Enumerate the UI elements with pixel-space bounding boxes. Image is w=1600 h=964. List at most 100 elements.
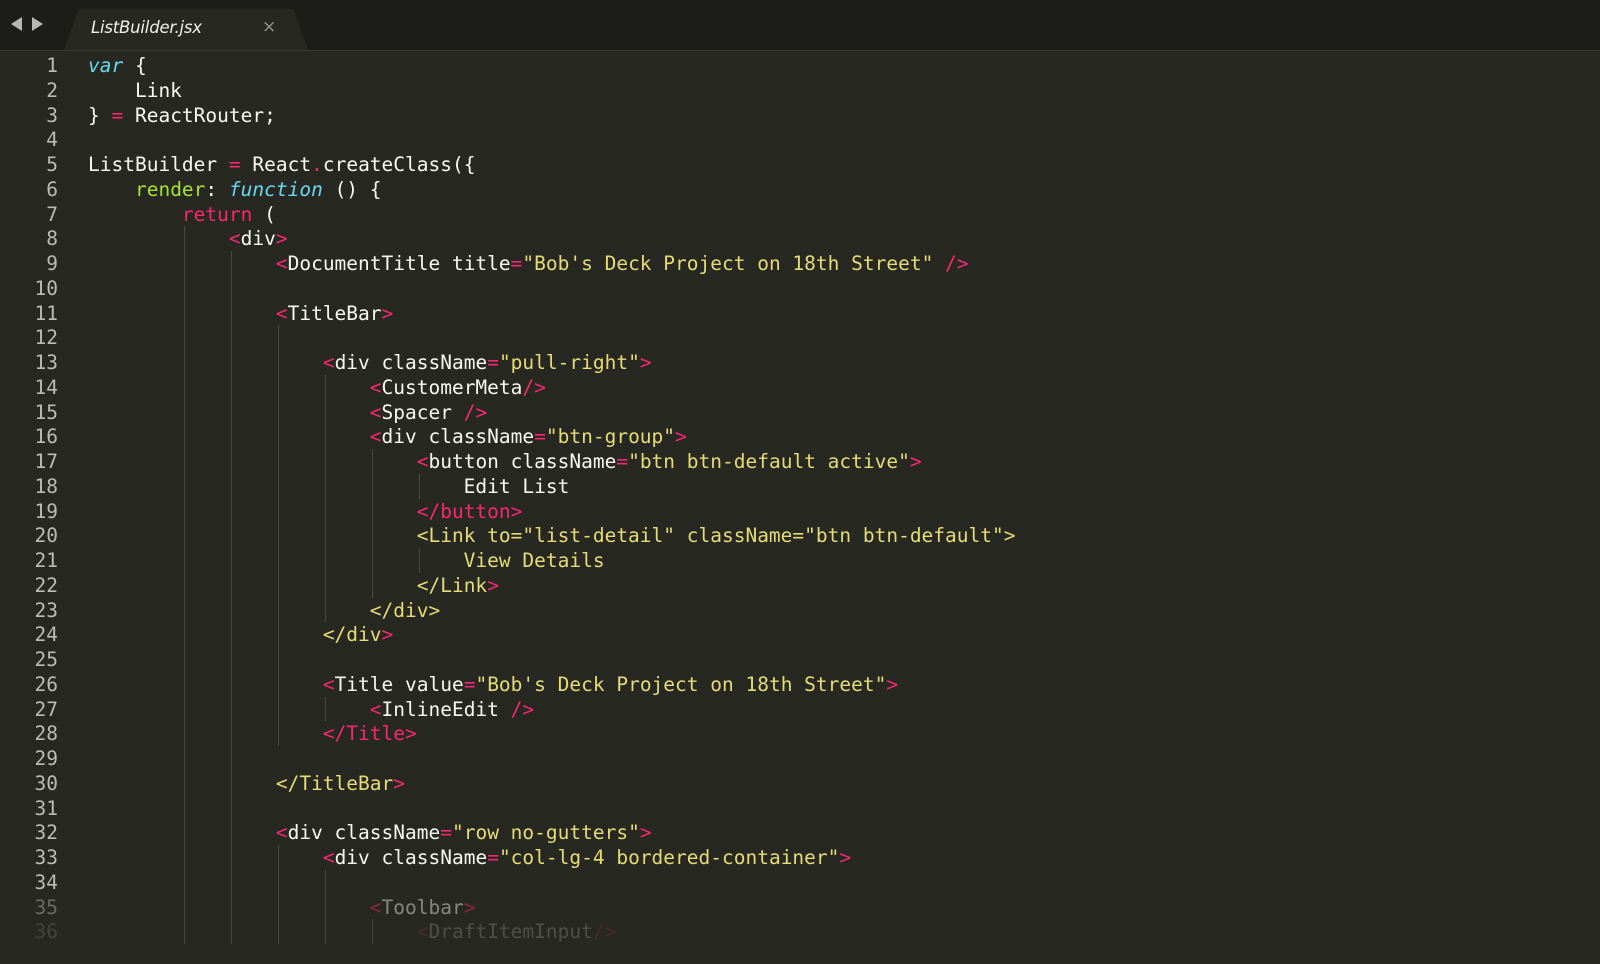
code-token: = (111, 103, 124, 127)
code-line[interactable]: 9 <DocumentTitle title="Bob's Deck Proje… (0, 251, 1600, 276)
code-line[interactable]: 19 </button> (0, 499, 1600, 524)
code-text[interactable]: <CustomerMeta/> (88, 375, 546, 400)
code-token: < (322, 672, 335, 696)
code-text[interactable]: View Details (88, 548, 605, 573)
code-token: = (463, 672, 476, 696)
code-token: : (205, 177, 229, 201)
code-text[interactable]: <div className="row no-gutters"> (88, 820, 652, 845)
code-line[interactable]: 12 (0, 325, 1600, 350)
code-token: < (369, 895, 382, 919)
code-token: createClass({ (322, 153, 476, 176)
line-number: 25 (34, 648, 58, 671)
code-line[interactable]: 14 <CustomerMeta/> (0, 375, 1600, 400)
line-number: 30 (34, 771, 58, 795)
close-icon[interactable]: × (262, 17, 276, 37)
code-line[interactable]: 17 <button className="btn btn-default ac… (0, 449, 1600, 474)
code-text[interactable]: <Link to="list-detail" className="btn bt… (88, 523, 1016, 548)
code-line[interactable]: 11 <TitleBar> (0, 301, 1600, 326)
code-token: } (88, 103, 112, 127)
code-token: < (275, 252, 288, 275)
code-token: < (369, 375, 382, 399)
code-line[interactable]: 8 <div> (0, 226, 1600, 251)
code-line[interactable]: 31 (0, 796, 1600, 821)
code-token: </Link (416, 573, 488, 597)
code-line[interactable]: 33 <div className="col-lg-4 bordered-con… (0, 845, 1600, 870)
code-line[interactable]: 36 <DraftItemInput/> (0, 919, 1600, 944)
code-line[interactable]: 26 <Title value="Bob's Deck Project on 1… (0, 672, 1600, 697)
code-text[interactable]: </div> (88, 622, 393, 647)
code-text[interactable]: } = ReactRouter; (88, 103, 276, 128)
arrow-left-icon[interactable] (11, 17, 22, 31)
code-line[interactable]: 22 </Link> (0, 573, 1600, 598)
code-text[interactable]: </button> (88, 499, 523, 524)
code-token: "row no-gutters" (451, 821, 640, 845)
code-text[interactable]: <InlineEdit /> (88, 697, 534, 722)
code-line[interactable]: 25 (0, 647, 1600, 672)
code-text[interactable]: <div> (88, 226, 288, 251)
code-text[interactable]: </Link> (88, 573, 499, 598)
code-text[interactable]: <DraftItemInput/> (88, 919, 617, 944)
code-token: > (909, 450, 922, 473)
code-line[interactable]: 6 render: function () { (0, 177, 1600, 202)
code-text[interactable]: Edit List (88, 474, 570, 499)
code-text[interactable]: <div className="col-lg-4 bordered-contai… (88, 845, 851, 870)
code-line[interactable]: 16 <div className="btn-group"> (0, 424, 1600, 449)
arrow-right-icon[interactable] (32, 17, 43, 31)
code-line[interactable]: 35 <Toolbar> (0, 895, 1600, 920)
code-line[interactable]: 21 View Details (0, 548, 1600, 573)
code-line[interactable]: 10 (0, 276, 1600, 301)
indent-guide (372, 449, 373, 598)
code-text[interactable]: <Spacer /> (88, 400, 487, 425)
code-text[interactable]: ListBuilder = React.createClass({ (88, 152, 475, 177)
code-token: ListBuilder (88, 153, 229, 176)
code-text[interactable]: <Toolbar> (88, 895, 476, 920)
code-line[interactable]: 1 var { (0, 53, 1600, 78)
code-token: < (322, 351, 335, 374)
code-line[interactable]: 34 (0, 870, 1600, 895)
code-text[interactable]: <button className="btn btn-default activ… (88, 449, 922, 474)
code-text[interactable]: return ( (88, 202, 276, 227)
code-line[interactable]: 23 </div> (0, 598, 1600, 623)
code-line[interactable]: 7 return ( (0, 202, 1600, 227)
code-token: Link (88, 78, 182, 102)
tab-listbuilder[interactable]: ListBuilder.jsx × (64, 9, 308, 50)
code-text[interactable]: </Title> (88, 721, 417, 746)
code-text[interactable]: var { (88, 53, 147, 78)
code-line[interactable]: 30 </TitleBar> (0, 771, 1600, 796)
code-line[interactable]: 20 <Link to="list-detail" className="btn… (0, 523, 1600, 548)
code-line[interactable]: 13 <div className="pull-right"> (0, 350, 1600, 375)
code-token: { (123, 54, 147, 77)
indent-guide (325, 869, 326, 944)
code-line[interactable]: 24 </div> (0, 622, 1600, 647)
code-text[interactable]: </TitleBar> (88, 771, 405, 796)
code-token: > (381, 301, 394, 325)
code-line[interactable]: 18 Edit List (0, 474, 1600, 499)
code-line[interactable]: 15 <Spacer /> (0, 400, 1600, 425)
code-token: /> (463, 400, 488, 424)
code-line[interactable]: 3} = ReactRouter; (0, 103, 1600, 128)
code-line[interactable]: 28 </Title> (0, 721, 1600, 746)
indent-guide (278, 845, 279, 944)
code-text[interactable]: Link (88, 78, 182, 103)
code-line[interactable]: 27 <InlineEdit /> (0, 697, 1600, 722)
code-line[interactable]: 2 Link (0, 78, 1600, 103)
code-text[interactable]: <Title value="Bob's Deck Project on 18th… (88, 672, 898, 697)
tab-title[interactable]: ListBuilder.jsx (91, 18, 202, 37)
code-text[interactable]: render: function () { (88, 177, 382, 202)
code-line[interactable]: 29 (0, 746, 1600, 771)
code-text[interactable]: <DocumentTitle title="Bob's Deck Project… (88, 251, 969, 276)
code-editor[interactable]: 1 var {2 Link 3} = ReactRouter; 4 5 ListBuild… (0, 51, 1600, 964)
code-text[interactable]: <TitleBar> (88, 301, 393, 326)
code-text[interactable]: <div className="btn-group"> (88, 424, 687, 449)
code-text[interactable]: </div> (88, 598, 440, 623)
code-text[interactable]: <div className="pull-right"> (88, 350, 652, 375)
code-line[interactable]: 32 <div className="row no-gutters"> (0, 820, 1600, 845)
code-line[interactable]: 5 ListBuilder = React.createClass({ (0, 152, 1600, 177)
code-line[interactable]: 4 (0, 127, 1600, 152)
